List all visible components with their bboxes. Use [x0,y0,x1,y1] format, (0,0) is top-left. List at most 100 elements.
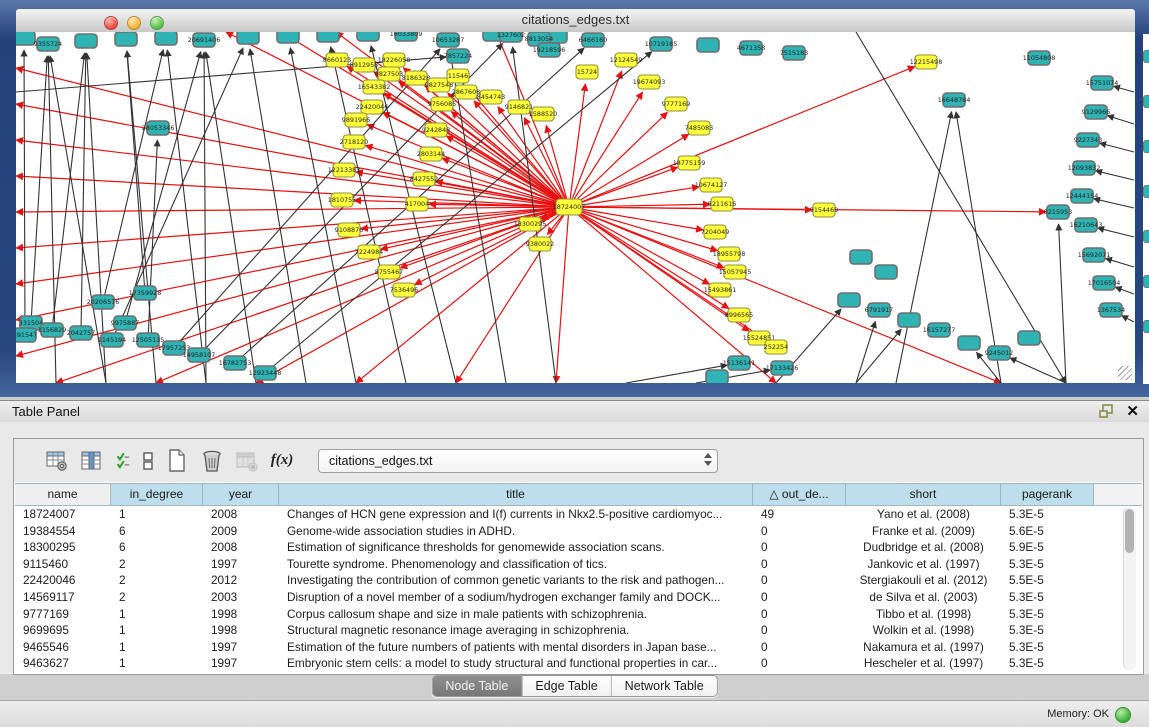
graph-node-label: 1588520 [529,110,557,118]
function-builder-icon[interactable]: f(x) [269,448,295,474]
cell-pagerank: 5.3E-5 [1001,606,1094,623]
column-header-title[interactable]: title [279,484,753,505]
cell-pagerank: 5.3E-5 [1001,506,1094,523]
graph-node-label: 8660123 [323,56,351,64]
cell-name: 18300295 [15,539,111,556]
network-canvas[interactable]: 9355724206914061603380910653287132760264… [16,32,1135,383]
column-header-name[interactable]: name [15,484,111,505]
graph-node-label: 15751074 [1086,79,1119,87]
cell-short: Stergiakouli et al. (2012) [846,572,1001,589]
network-window-titlebar[interactable]: citations_edges.txt [16,9,1135,33]
cell-out_degree: 0 [753,523,846,540]
graph-node-label: 4671358 [737,44,765,52]
cell-name: 19384554 [15,523,111,540]
cell-name: 9465546 [15,639,111,656]
graph-node[interactable] [357,32,379,41]
table-row[interactable]: 1830029562008Estimation of significance … [15,539,1142,556]
graph-node-label: 9975887 [111,319,139,327]
delete-table-disabled-icon[interactable] [234,448,260,474]
graph-node[interactable] [155,32,177,45]
cell-short: Dudbridge et al. (2008) [846,539,1001,556]
table-row[interactable]: 946554611997Estimation of the future num… [15,639,1142,656]
graph-node-label: 12923448 [249,369,282,377]
status-bar: Memory: OK [0,700,1149,727]
graph-node[interactable] [75,34,97,48]
graph-node[interactable] [875,265,897,279]
graph-node[interactable] [277,32,299,43]
graph-node-label: 1145194 [98,336,126,344]
table-row[interactable]: 2242004622012Investigating the contribut… [15,572,1142,589]
graph-node-label: 7857224 [444,52,472,60]
graph-node-label: 6791917 [865,306,893,314]
cell-pagerank: 5.3E-5 [1001,639,1094,656]
graph-node[interactable] [237,32,259,44]
graph-node-label: 12213383 [328,166,361,174]
select-arrows-icon [704,453,712,466]
table-row[interactable]: 946362711997Embryonic stem cells: a mode… [15,655,1142,672]
table-panel-title: Table Panel [12,404,80,419]
scrollbar-thumb[interactable] [1125,509,1134,553]
column-header-out_degree[interactable]: △ out_de... [753,484,846,505]
graph-node-label: 18300295 [514,220,547,228]
graph-node[interactable] [697,38,719,52]
cell-name: 9699695 [15,622,111,639]
graph-node[interactable] [838,293,860,307]
graph-node[interactable] [898,313,920,327]
table-row[interactable]: 969969511998Structural magnetic resonanc… [15,622,1142,639]
close-panel-icon[interactable]: ✕ [1126,402,1139,420]
graph-node[interactable] [706,370,728,383]
row-height-icon[interactable] [139,448,157,474]
table-source-select[interactable]: citations_edges.txt [318,449,718,473]
cell-in_degree: 2 [111,572,203,589]
float-panel-icon[interactable] [1099,404,1115,419]
cell-in_degree: 1 [111,639,203,656]
tab-network-table[interactable]: Network Table [611,676,717,696]
background-window-sliver [1143,34,1149,384]
graph-node-label: 20206576 [87,298,120,306]
canvas-resize-grip[interactable] [1118,366,1132,380]
table-row[interactable]: 977716911998Corpus callosum shape and si… [15,606,1142,623]
select-all-checks-icon[interactable] [114,448,132,474]
graph-node[interactable] [1018,331,1040,345]
column-header-short[interactable]: short [846,484,1001,505]
tab-node-table[interactable]: Node Table [432,676,521,696]
column-header-year[interactable]: year [203,484,279,505]
table-row[interactable]: 911546021997Tourette syndrome. Phenomeno… [15,556,1142,573]
cell-out_degree: 0 [753,655,846,672]
tab-edge-table[interactable]: Edge Table [521,676,610,696]
cell-pagerank: 5.5E-5 [1001,572,1094,589]
table-toolbar: f(x) citations_edges.txt [14,439,1143,482]
graph-node[interactable] [958,336,980,350]
graph-node-label: 12505135 [132,336,165,344]
new-document-icon[interactable] [164,448,190,474]
table-row[interactable]: 1938455462009Genome-wide association stu… [15,523,1142,540]
table-vertical-scrollbar[interactable] [1123,507,1136,670]
graph-node[interactable] [115,32,137,46]
select-column-icon[interactable] [79,448,105,474]
column-header-in_degree[interactable]: in_degree [111,484,203,505]
graph-node-label: 12444154 [1066,192,1099,200]
graph-node-label: 15724 [577,68,597,76]
cell-year: 1997 [203,556,279,573]
network-graph[interactable]: 9355724206914061603380910653287132760264… [16,32,1135,383]
cell-in_degree: 1 [111,506,203,523]
graph-node-label: 391547 [16,331,37,339]
cell-name: 9115460 [15,556,111,573]
graph-node[interactable] [850,250,872,264]
graph-node-label: 14958107 [183,351,216,359]
column-header-pagerank[interactable]: pagerank [1001,484,1094,505]
network-window: citations_edges.txt 93557242069140616033… [0,0,1149,397]
table-panel-header: Table Panel ✕ [0,400,1149,423]
graph-node[interactable] [317,32,339,42]
cell-out_degree: 0 [753,606,846,623]
graph-node-label: 1327602 [497,32,525,39]
delete-trash-icon[interactable] [199,448,225,474]
graph-node[interactable] [16,32,35,45]
table-row[interactable]: 1456911722003Disruption of a novel membe… [15,589,1142,606]
cell-year: 2008 [203,539,279,556]
cell-pagerank: 5.3E-5 [1001,556,1094,573]
cell-year: 2008 [203,506,279,523]
graph-node-label: 22420046 [356,103,389,111]
table-row[interactable]: 1872400712008Changes of HCN gene express… [15,506,1142,523]
table-settings-icon[interactable] [44,448,70,474]
